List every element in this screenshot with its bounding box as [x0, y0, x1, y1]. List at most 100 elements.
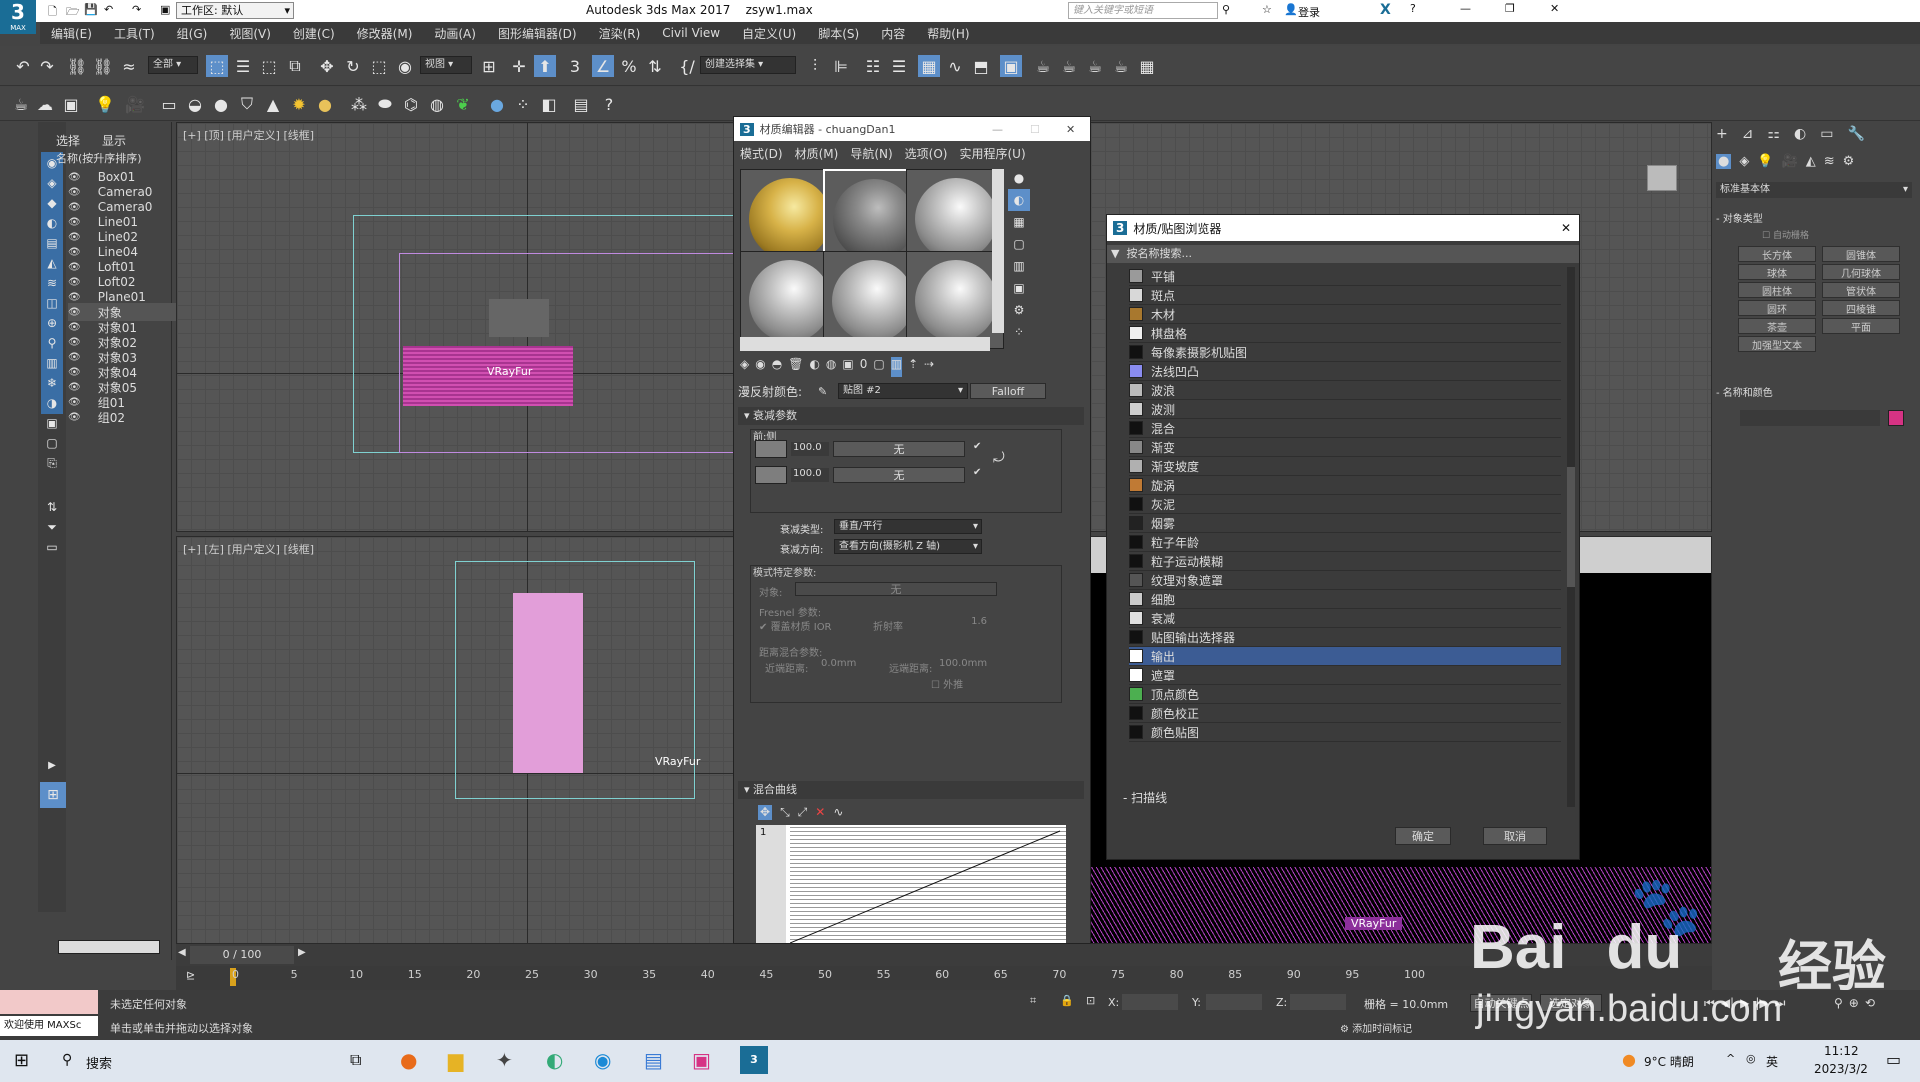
a360-icon[interactable]: ▦ — [1136, 55, 1158, 77]
filter-icon[interactable]: ⏷ — [41, 516, 63, 538]
ribbon-icon[interactable]: ☰ — [888, 55, 910, 77]
teapot-icon[interactable]: ☕ — [10, 93, 32, 115]
front-map-checkbox[interactable]: ✔ — [973, 441, 981, 452]
menu-item[interactable]: 编辑(E) — [40, 25, 103, 42]
menu-options[interactable]: 选项(O) — [905, 145, 948, 162]
map-list-item[interactable]: 渐变 — [1129, 438, 1561, 457]
teapot-button[interactable]: 茶壶 — [1738, 318, 1816, 334]
eyedropper-icon[interactable]: ✎ — [818, 385, 827, 398]
task-view-icon[interactable]: ⧉ — [350, 1050, 361, 1070]
sample-slot-6[interactable] — [906, 251, 1004, 349]
cameras-icon[interactable]: 🎥 — [1782, 154, 1798, 169]
login-link[interactable]: 登录 — [1298, 4, 1320, 20]
select-by-material-icon[interactable]: ⁘ — [1008, 321, 1030, 343]
pyramid-button[interactable]: 四棱锥 — [1822, 300, 1900, 316]
eye-icon[interactable]: 👁 — [68, 292, 81, 303]
cylinder-button[interactable]: 圆柱体 — [1738, 282, 1816, 298]
mirror-icon[interactable]: ⫶ — [804, 55, 826, 77]
cloud-icon[interactable]: ☁ — [34, 93, 56, 115]
redo-icon[interactable]: ↷ — [132, 3, 141, 16]
z-coord-input[interactable] — [1290, 994, 1346, 1010]
menu-material[interactable]: 材质(M) — [795, 145, 839, 162]
front-amount-input[interactable]: 100.0 — [791, 442, 829, 456]
swap-icon[interactable]: ⤾ — [993, 450, 1005, 466]
cancel-button[interactable]: 取消 — [1483, 827, 1547, 845]
menu-item[interactable]: 自定义(U) — [731, 25, 807, 42]
tab-display[interactable]: 显示 — [102, 132, 126, 149]
viewport-layout-icon[interactable]: ⊞ — [40, 782, 66, 808]
weather-text[interactable]: 9°C 晴朗 — [1644, 1053, 1694, 1070]
vray-sphere-light-icon[interactable]: ● — [210, 93, 232, 115]
setkey-button[interactable]: 选定对象 — [1540, 994, 1602, 1012]
object-name-input[interactable] — [1740, 410, 1880, 426]
window-crossing-icon[interactable]: ⧉ — [284, 55, 306, 77]
make-preview-icon[interactable]: ▣ — [1008, 277, 1030, 299]
menu-item[interactable]: 内容 — [870, 25, 916, 42]
textplus-button[interactable]: 加强型文本 — [1738, 336, 1816, 352]
play-icon[interactable]: ▶ — [1740, 996, 1749, 1011]
eye-icon[interactable]: 👁 — [68, 307, 81, 318]
override-ior-checkbox[interactable]: ✔ 覆盖材质 IOR — [759, 618, 832, 633]
modify-tab-icon[interactable]: ⊿ — [1742, 126, 1754, 142]
display-groups-icon[interactable]: ◫ — [41, 292, 63, 314]
make-copy-icon[interactable]: ◐ — [809, 357, 819, 377]
menu-item[interactable]: 图形编辑器(D) — [487, 25, 588, 42]
falloff-dir-dropdown[interactable]: 查看方向(摄影机 Z 轴) ▾ — [834, 539, 982, 554]
workspace-dropdown[interactable]: 工作区: 默认 ▾ — [176, 2, 294, 19]
vray-multi-icon[interactable]: ⁘ — [512, 93, 534, 115]
make-unique-icon[interactable]: ◍ — [826, 357, 836, 377]
shapes-icon[interactable]: ◈ — [1739, 154, 1749, 169]
store-icon[interactable]: ▣ — [692, 1048, 711, 1072]
render-icon[interactable]: ☕ — [1084, 55, 1106, 77]
map-list-item[interactable]: 烟雾 — [1129, 514, 1561, 533]
get-material-icon[interactable]: ◈ — [740, 357, 749, 377]
layer-explorer-icon[interactable]: ☷ — [862, 55, 884, 77]
vray-sun-icon[interactable]: ✹ — [288, 93, 310, 115]
utilities-tab-icon[interactable]: 🔧 — [1847, 126, 1864, 142]
mix-curve-rollout-header[interactable]: ▾ 混合曲线 — [738, 781, 1084, 799]
place-icon[interactable]: ◉ — [394, 55, 416, 77]
display-tab-icon[interactable]: ▭ — [1820, 126, 1833, 142]
sphere-button[interactable]: 球体 — [1738, 264, 1816, 280]
put-library-icon[interactable]: ▣ — [842, 357, 853, 377]
layer-icon[interactable]: ▭ — [41, 536, 63, 558]
uv-tiling-icon[interactable]: ▢ — [1008, 233, 1030, 255]
project-icon[interactable]: ▣ — [160, 3, 170, 16]
mat-id-icon[interactable]: 0 — [860, 357, 868, 377]
list-item[interactable]: 👁 组02 — [68, 408, 125, 426]
zoom-all-icon[interactable]: ⊕ — [1849, 996, 1859, 1010]
render-setup-icon[interactable]: ☕ — [1032, 55, 1054, 77]
map-list-item[interactable]: 渐变坡度 — [1129, 457, 1561, 476]
maximize-icon[interactable]: ❐ — [1505, 2, 1515, 15]
display-invert-icon[interactable]: ⎘ — [41, 452, 63, 474]
display-cameras-icon[interactable]: ▤ — [41, 232, 63, 254]
x-coord-input[interactable] — [1122, 994, 1178, 1010]
lock-icon[interactable]: 🔒 — [1060, 994, 1074, 1007]
vray-fur-icon[interactable]: ⁂ — [348, 93, 370, 115]
display-containers-icon[interactable]: ▥ — [41, 352, 63, 374]
taskbar-search[interactable]: 搜索 — [86, 1053, 112, 1072]
vray-sky-icon[interactable]: ● — [314, 93, 336, 115]
map-list-item[interactable]: 粒子运动模糊 — [1129, 552, 1561, 571]
menu-item[interactable]: 脚本(S) — [807, 25, 870, 42]
max-taskbar-icon[interactable]: 3 — [740, 1046, 768, 1074]
autokey-button[interactable]: 自动关键点 — [1470, 994, 1532, 1012]
viewport-top[interactable]: [+] [顶] [用户定义] [线框] VRayFur — [176, 122, 734, 532]
menu-utilities[interactable]: 实用程序(U) — [959, 145, 1025, 162]
map-list-item[interactable]: 纹理对象遮罩 — [1129, 571, 1561, 590]
eye-icon[interactable]: 👁 — [68, 232, 81, 243]
eye-icon[interactable]: 👁 — [68, 352, 81, 363]
autodesk-x-icon[interactable]: X — [1380, 2, 1391, 18]
side-color-swatch[interactable] — [755, 466, 787, 484]
tab-select[interactable]: 选择 — [56, 132, 80, 149]
clock-time[interactable]: 11:12 — [1824, 1044, 1859, 1058]
assign-icon[interactable]: ◓ — [772, 357, 782, 377]
tray-chevron-icon[interactable]: ^ — [1726, 1052, 1735, 1065]
map-list-item[interactable]: 贴图输出选择器 — [1129, 628, 1561, 647]
minimize-icon[interactable]: — — [1460, 2, 1471, 15]
options-icon[interactable]: ⚙ — [1008, 299, 1030, 321]
eye-icon[interactable]: 👁 — [68, 337, 81, 348]
reset-curve-icon[interactable]: ∿ — [833, 805, 843, 820]
bind-space-warp-icon[interactable]: ≈ — [118, 55, 140, 77]
edge-icon[interactable]: ◉ — [594, 1048, 611, 1072]
